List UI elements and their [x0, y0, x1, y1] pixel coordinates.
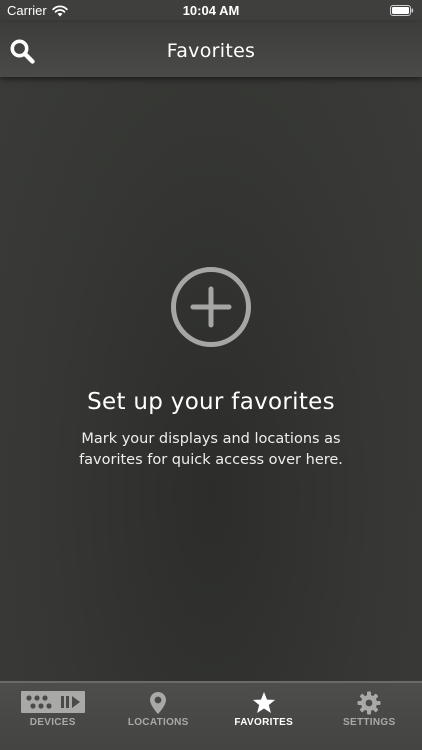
star-icon — [252, 692, 275, 713]
status-time: 10:04 AM — [182, 3, 240, 18]
empty-state-title: Set up your favorites — [87, 389, 335, 415]
empty-state: Set up your favorites Mark your displays… — [0, 265, 422, 471]
battery-icon — [390, 5, 414, 16]
tab-locations[interactable]: LOCATIONS — [106, 683, 212, 750]
tab-label: FAVORITES — [234, 717, 294, 728]
page-title: Favorites — [166, 40, 256, 62]
add-favorite-icon[interactable] — [169, 265, 253, 349]
tab-devices[interactable]: DEVICES — [0, 683, 106, 750]
empty-state-description: Mark your displays and locations as favo… — [79, 431, 343, 468]
favorites-screen: Carrier 10:04 AM Favorites Set up your f… — [0, 0, 422, 750]
tab-settings[interactable]: SETTINGS — [317, 683, 422, 750]
tab-label: DEVICES — [29, 717, 76, 728]
tab-bar: DEVICES LOCATIONS FAVORITES SETTINGS — [0, 681, 422, 750]
gear-icon — [357, 691, 381, 715]
nav-bar: Favorites — [0, 22, 422, 77]
tab-label: SETTINGS — [343, 717, 396, 728]
status-bar: Carrier 10:04 AM — [0, 0, 422, 22]
location-pin-icon — [150, 692, 167, 714]
tab-label: LOCATIONS — [127, 717, 189, 728]
tab-favorites[interactable]: FAVORITES — [211, 683, 317, 750]
devices-icon — [20, 691, 85, 713]
